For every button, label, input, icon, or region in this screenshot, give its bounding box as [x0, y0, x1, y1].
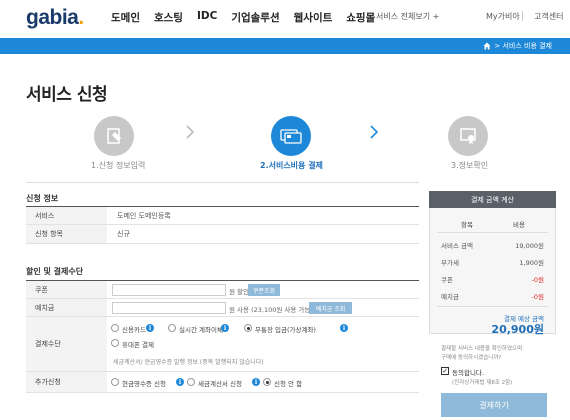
deposit-input[interactable]	[112, 302, 226, 314]
info-icon[interactable]: i	[252, 378, 260, 386]
chevron-right-icon	[186, 125, 194, 139]
radio-cash-receipt[interactable]	[111, 378, 119, 386]
cash-receipt-label[interactable]: 현금영수증 신청	[122, 378, 166, 388]
summary-row-value: 19,000원	[515, 242, 544, 250]
summary-row-label: 서비스 금액	[441, 242, 473, 250]
edit-document-icon	[107, 128, 121, 144]
agree-notice: 결제할 서비스 내용을 확인하였으며	[441, 346, 523, 352]
header-divider	[522, 11, 523, 21]
coupon-unit: 원 할인	[229, 288, 250, 296]
nav-shopping-mall[interactable]: 쇼핑몰	[346, 10, 375, 25]
radio-virtual-account[interactable]	[244, 324, 252, 332]
step-1-label: 1.신청 정보입력	[91, 161, 146, 170]
radio-credit-card[interactable]	[111, 324, 119, 332]
deposit-unit: 원 사용 (23,100원 사용 가능)	[229, 306, 313, 314]
payment-cards-icon	[280, 129, 302, 144]
apply-row-service: 서비스 도메인 도메인등록	[26, 207, 419, 225]
summary-row-value: 1,900원	[519, 259, 544, 267]
certificate-icon	[460, 128, 476, 144]
summary-row-value: -0원	[531, 293, 544, 301]
summary-divider	[437, 232, 548, 233]
apply-item-value: 신규	[117, 230, 130, 238]
summary-row-label: 부가세	[441, 259, 459, 267]
agree-checkbox[interactable]: ✓	[441, 367, 449, 375]
chevron-right-icon	[370, 125, 378, 139]
extra-apply-label: 추가신청	[26, 372, 107, 392]
phone-payment-label[interactable]: 휴대폰 결제	[122, 339, 154, 349]
summary-row-value: -0원	[531, 276, 544, 284]
step-3-label: 3.정보확인	[451, 161, 489, 170]
nav-website[interactable]: 웹사이트	[294, 10, 333, 25]
my-gabia-link[interactable]: My가비아	[486, 11, 520, 22]
radio-bank-transfer[interactable]	[168, 324, 176, 332]
virtual-account-label[interactable]: 무통장 입금(가상계좌)	[255, 324, 316, 334]
breadcrumb: > 서비스 비용 결제	[483, 41, 552, 51]
info-icon[interactable]: i	[146, 324, 154, 332]
agree-question: 구매에 동의하시겠습니까?	[441, 355, 502, 361]
nav-idc[interactable]: IDC	[197, 10, 217, 25]
pay-button[interactable]: 결제하기	[441, 393, 547, 417]
info-icon[interactable]: i	[176, 378, 184, 386]
coupon-input[interactable]	[112, 284, 226, 296]
deposit-search-button[interactable]: 예치금 조회	[309, 302, 352, 314]
bank-transfer-label[interactable]: 실시간 계좌이체	[179, 324, 223, 334]
no-request-label[interactable]: 신청 안 함	[274, 378, 302, 388]
payment-method-label: 결제수단	[26, 317, 107, 371]
law-reference: (전자상거래법 제8조 2항)	[452, 380, 513, 386]
step-3-circle	[448, 116, 488, 156]
summary-divider	[437, 306, 548, 307]
page-title: 서비스 신청	[26, 85, 108, 105]
deposit-label: 예치금	[26, 299, 107, 316]
radio-no-request[interactable]	[263, 378, 271, 386]
coupon-label: 쿠폰	[26, 281, 107, 298]
step-2-label: 2.서비스비용 결제	[260, 161, 323, 170]
tax-invoice-label[interactable]: 세금계산서 신청	[198, 378, 242, 388]
service-value: 도메인 도메인등록	[117, 211, 171, 220]
customer-center-link[interactable]: 고객센터	[534, 11, 563, 22]
step-1-circle	[94, 116, 134, 156]
info-icon[interactable]: i	[340, 324, 348, 332]
radio-phone-payment[interactable]	[111, 339, 119, 347]
gabia-logo[interactable]: gabia.	[26, 6, 84, 30]
home-icon[interactable]	[483, 42, 491, 50]
apply-item-label: 신청 항목	[26, 225, 107, 243]
main-nav: 도메인 호스팅 IDC 기업솔루션 웹사이트 쇼핑몰	[111, 10, 389, 25]
service-label: 서비스	[26, 207, 107, 224]
agree-label[interactable]: 동의합니다.	[452, 367, 484, 377]
summary-row-label: 예치금	[441, 293, 459, 301]
total-amount: 20,900원	[491, 323, 544, 336]
discount-title: 할인 및 결제수단	[26, 267, 84, 276]
step-2-circle	[271, 116, 311, 156]
coupon-search-button[interactable]: 쿠폰조회	[248, 284, 280, 296]
summary-col-item: 항목	[461, 221, 473, 229]
credit-card-label[interactable]: 신용카드	[122, 324, 146, 334]
payment-note: 세금계산서/ 현금영수증 발행 정보 (중복 발행되지 않습니다)	[113, 359, 264, 366]
apply-row-item: 신청 항목 신규	[26, 225, 419, 244]
summary-col-cost: 비용	[513, 221, 525, 229]
nav-domain[interactable]: 도메인	[111, 10, 140, 25]
summary-title: 결제 금액 계산	[429, 191, 556, 208]
summary-row-label: 쿠폰	[441, 276, 453, 284]
radio-tax-invoice[interactable]	[187, 378, 195, 386]
apply-info-title: 신청 정보	[26, 194, 59, 203]
all-services-link[interactable]: 서비스 전체보기 +	[376, 11, 439, 22]
breadcrumb-current: > 서비스 비용 결제	[494, 42, 552, 50]
breadcrumb-bar: > 서비스 비용 결제	[0, 38, 570, 54]
divider	[26, 182, 419, 183]
top-header: gabia. 도메인 호스팅 IDC 기업솔루션 웹사이트 쇼핑몰 서비스 전체…	[0, 0, 570, 38]
nav-hosting[interactable]: 호스팅	[154, 10, 183, 25]
nav-enterprise[interactable]: 기업솔루션	[231, 10, 279, 25]
info-icon[interactable]: i	[221, 324, 229, 332]
